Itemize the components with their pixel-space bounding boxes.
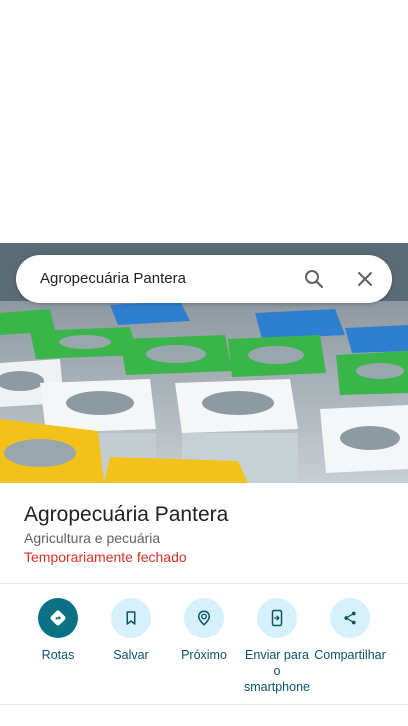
- directions-icon: [38, 598, 78, 638]
- close-icon[interactable]: [353, 267, 377, 291]
- bookmark-icon: [111, 598, 151, 638]
- search-icon[interactable]: [302, 267, 326, 291]
- send-to-phone-button[interactable]: Enviar para o smartphone: [240, 598, 314, 695]
- search-bar[interactable]: Agropecuária Pantera: [16, 255, 392, 303]
- share-button[interactable]: Compartilhar: [313, 598, 387, 663]
- save-button[interactable]: Salvar: [94, 598, 168, 663]
- directions-label: Rotas: [41, 648, 75, 662]
- save-label: Salvar: [113, 648, 149, 662]
- nearby-label: Próximo: [181, 648, 227, 662]
- divider-bottom: [0, 704, 408, 705]
- nearby-button[interactable]: Próximo: [167, 598, 241, 663]
- share-label: Compartilhar: [314, 648, 386, 662]
- search-query[interactable]: Agropecuária Pantera: [40, 270, 186, 287]
- directions-button[interactable]: Rotas: [21, 598, 95, 663]
- send-to-phone-label: Enviar para o smartphone: [243, 648, 310, 694]
- place-category: Agricultura e pecuária: [24, 530, 161, 546]
- divider-top: [0, 583, 408, 584]
- send-to-phone-icon: [257, 598, 297, 638]
- nearby-icon: [184, 598, 224, 638]
- place-status: Temporariamente fechado: [24, 549, 187, 565]
- share-icon: [330, 598, 370, 638]
- place-title: Agropecuária Pantera: [24, 503, 229, 526]
